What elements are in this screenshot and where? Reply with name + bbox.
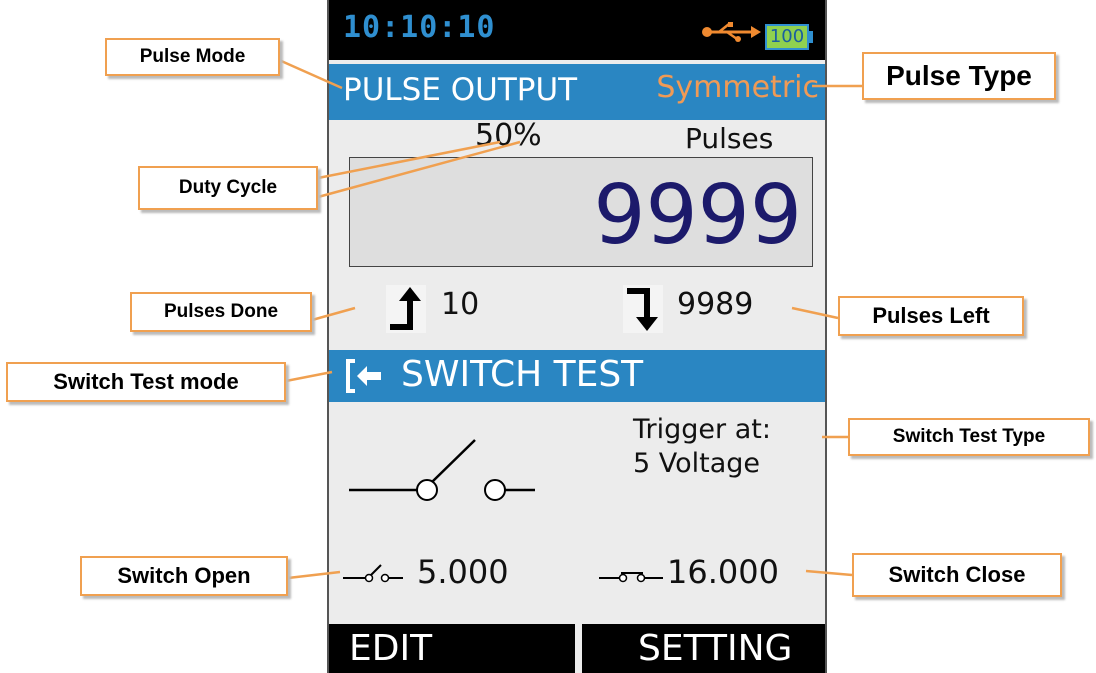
trigger-value: 5 Voltage xyxy=(633,448,761,479)
pulse-count: 9999 xyxy=(593,168,802,263)
switch-test-mode-icon xyxy=(346,359,381,393)
callout-pulse-type: Pulse Type xyxy=(862,52,1056,100)
pulse-mode-title: PULSE OUTPUT xyxy=(343,72,578,108)
callout-pulse-mode: Pulse Mode xyxy=(105,38,280,76)
open-switch-diagram-icon xyxy=(349,439,535,501)
callout-switch-open: Switch Open xyxy=(80,556,288,596)
callout-switch-test-mode: Switch Test mode xyxy=(6,362,286,402)
switch-test-title: SWITCH TEST xyxy=(401,354,644,395)
pulses-done-icon xyxy=(386,285,426,333)
trigger-label: Trigger at: xyxy=(633,414,771,445)
switch-open-value: 5.000 xyxy=(417,553,509,591)
clock: 10:10:10 xyxy=(343,10,496,45)
pulses-left-icon xyxy=(623,285,663,333)
pulse-header: PULSE OUTPUT Symmetric xyxy=(329,64,825,120)
switch-close-value: 16.000 xyxy=(667,553,779,591)
duty-cycle: 50% xyxy=(475,118,542,153)
switch-test-header: SWITCH TEST xyxy=(329,350,825,402)
pulses-label: Pulses xyxy=(685,122,774,155)
battery-indicator: 100 xyxy=(765,24,809,50)
pulse-type: Symmetric xyxy=(656,70,819,105)
pulses-left-value: 9989 xyxy=(677,287,754,322)
callout-switch-close: Switch Close xyxy=(852,553,1062,597)
pulses-done-value: 10 xyxy=(441,287,480,322)
callout-switch-test-type: Switch Test Type xyxy=(848,418,1090,456)
battery-tip xyxy=(809,31,813,43)
edit-softkey[interactable]: EDIT xyxy=(329,624,575,673)
switch-open-icon xyxy=(343,564,403,583)
callout-pulses-done: Pulses Done xyxy=(130,292,312,332)
usb-icon xyxy=(702,22,761,42)
pulse-count-box: 9999 xyxy=(349,157,813,267)
switch-close-icon xyxy=(599,572,663,583)
status-bar: 10:10:10 100 xyxy=(329,0,825,60)
callout-duty-cycle: Duty Cycle xyxy=(138,166,318,210)
device-screen: 10:10:10 100 PULSE OUTPUT Symmetric 50% … xyxy=(327,0,827,673)
callout-pulses-left: Pulses Left xyxy=(838,296,1024,336)
setting-softkey[interactable]: SETTING xyxy=(582,624,825,673)
